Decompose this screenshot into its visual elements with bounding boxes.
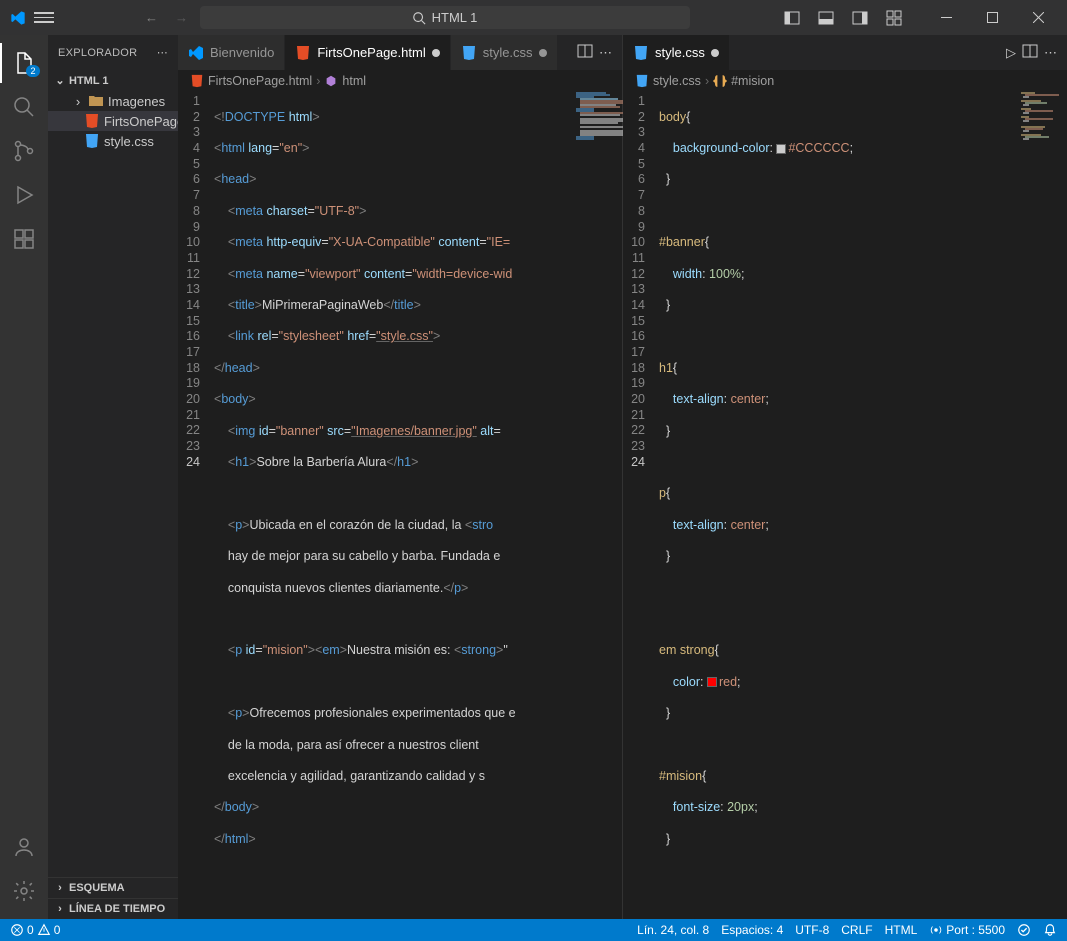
search-icon (12, 95, 36, 119)
tab-bar-right: style.css ▷ ⋯ (623, 35, 1067, 70)
tab-bienvenido[interactable]: Bienvenido (178, 35, 285, 70)
code-content-right[interactable]: body{ background-color: #CCCCCC; } #bann… (659, 92, 1067, 919)
status-errors[interactable]: 0 0 (10, 923, 60, 937)
status-eol[interactable]: CRLF (841, 923, 872, 937)
split-editor-button[interactable] (1022, 43, 1038, 62)
run-debug-icon (12, 183, 36, 207)
tab-style-right[interactable]: style.css (623, 35, 730, 70)
css-file-icon (84, 133, 100, 149)
warning-icon (37, 923, 51, 937)
html-file-icon (84, 113, 100, 129)
more-actions-button[interactable]: ⋯ (599, 45, 612, 61)
chevron-right-icon: › (72, 94, 84, 109)
activity-search[interactable] (0, 87, 48, 127)
sidebar-linea-tiempo[interactable]: ›LÍNEA DE TIEMPO (48, 898, 178, 919)
window-maximize-button[interactable] (969, 0, 1015, 35)
check-icon (1017, 923, 1031, 937)
tree-file-style[interactable]: style.css (48, 131, 178, 151)
sidebar-root-folder[interactable]: ⌄ HTML 1 (48, 70, 178, 91)
search-text: HTML 1 (432, 10, 478, 25)
activity-explorer[interactable]: 2 (0, 43, 48, 83)
menu-icon[interactable] (34, 12, 54, 23)
command-center-search[interactable]: HTML 1 (200, 6, 690, 29)
tab-bar-left: Bienvenido FirtsOnePage.html style.css ⋯ (178, 35, 622, 70)
activity-bar: 2 (0, 35, 48, 919)
activity-extensions[interactable] (0, 219, 48, 259)
code-area-right[interactable]: 123456789101112131415161718192021222324 … (623, 92, 1067, 919)
css-file-icon (633, 45, 649, 61)
activity-account[interactable] (0, 827, 48, 867)
chevron-down-icon: ⌄ (54, 74, 66, 87)
sidebar-more-button[interactable]: ⋯ (157, 46, 168, 59)
sidebar-esquema[interactable]: ›ESQUEMA (48, 877, 178, 898)
status-encoding[interactable]: UTF-8 (795, 923, 829, 937)
html-file-icon (295, 45, 311, 61)
status-feedback[interactable] (1017, 923, 1031, 937)
editor-group-left: Bienvenido FirtsOnePage.html style.css ⋯ (178, 35, 623, 919)
html-file-icon (190, 74, 204, 88)
status-bell[interactable] (1043, 923, 1057, 937)
status-bar: 0 0 Lín. 24, col. 8 Espacios: 4 UTF-8 CR… (0, 919, 1067, 941)
activity-debug[interactable] (0, 175, 48, 215)
gear-icon (12, 879, 36, 903)
line-gutter: 123456789101112131415161718192021222324 (178, 92, 214, 919)
breadcrumb-left[interactable]: FirtsOnePage.html› html (178, 70, 622, 92)
chevron-right-icon: › (54, 882, 66, 894)
extensions-icon (12, 227, 36, 251)
modified-dot-icon (539, 49, 547, 57)
code-area-left[interactable]: 123456789101112131415161718192021222324 … (178, 92, 622, 919)
title-bar: ← → HTML 1 (0, 0, 1067, 35)
vscode-logo-icon (10, 10, 26, 26)
modified-dot-icon (432, 49, 440, 57)
chevron-right-icon: › (54, 903, 66, 915)
activity-settings[interactable] (0, 871, 48, 911)
window-minimize-button[interactable] (923, 0, 969, 35)
layout-toggle-right-icon[interactable] (843, 6, 877, 30)
layout-toggle-sidebar-icon[interactable] (775, 6, 809, 30)
sidebar-title: EXPLORADOR (58, 47, 137, 59)
symbol-css-icon (713, 74, 727, 88)
search-icon (412, 11, 426, 25)
line-gutter: 123456789101112131415161718192021222324 (623, 92, 659, 919)
css-file-icon (461, 45, 477, 61)
bell-icon (1043, 923, 1057, 937)
status-spaces[interactable]: Espacios: 4 (721, 923, 783, 937)
vscode-logo-icon (188, 45, 204, 61)
status-lang[interactable]: HTML (885, 923, 918, 937)
nav-forward-button[interactable]: → (170, 6, 194, 30)
more-actions-button[interactable]: ⋯ (1044, 45, 1057, 61)
tree-file-firtsonepage[interactable]: FirtsOnePage.html (48, 111, 178, 131)
layout-toggle-panel-icon[interactable] (809, 6, 843, 30)
layout-customize-icon[interactable] (877, 6, 911, 30)
status-lncol[interactable]: Lín. 24, col. 8 (637, 923, 709, 937)
source-control-icon (12, 139, 36, 163)
nav-back-button[interactable]: ← (140, 6, 164, 30)
error-icon (10, 923, 24, 937)
code-content-left[interactable]: <!DOCTYPE html> <html lang="en"> <head> … (214, 92, 622, 919)
status-port[interactable]: Port : 5500 (929, 923, 1005, 937)
window-close-button[interactable] (1015, 0, 1061, 35)
split-editor-button[interactable] (577, 43, 593, 62)
breadcrumb-right[interactable]: style.css› #mision (623, 70, 1067, 92)
explorer-sidebar: EXPLORADOR ⋯ ⌄ HTML 1 › Imagenes FirtsOn… (48, 35, 178, 919)
css-file-icon (635, 74, 649, 88)
explorer-badge: 2 (26, 65, 40, 77)
folder-icon (88, 93, 104, 109)
symbol-icon (324, 74, 338, 88)
tab-style-left[interactable]: style.css (451, 35, 558, 70)
broadcast-icon (929, 923, 943, 937)
editor-group-right: style.css ▷ ⋯ style.css› #mision 1234567… (623, 35, 1067, 919)
run-button[interactable]: ▷ (1006, 45, 1016, 61)
tree-folder-imagenes[interactable]: › Imagenes (48, 91, 178, 111)
tab-firtsonepage[interactable]: FirtsOnePage.html (285, 35, 450, 70)
modified-dot-icon (711, 49, 719, 57)
activity-scm[interactable] (0, 131, 48, 171)
account-icon (12, 835, 36, 859)
